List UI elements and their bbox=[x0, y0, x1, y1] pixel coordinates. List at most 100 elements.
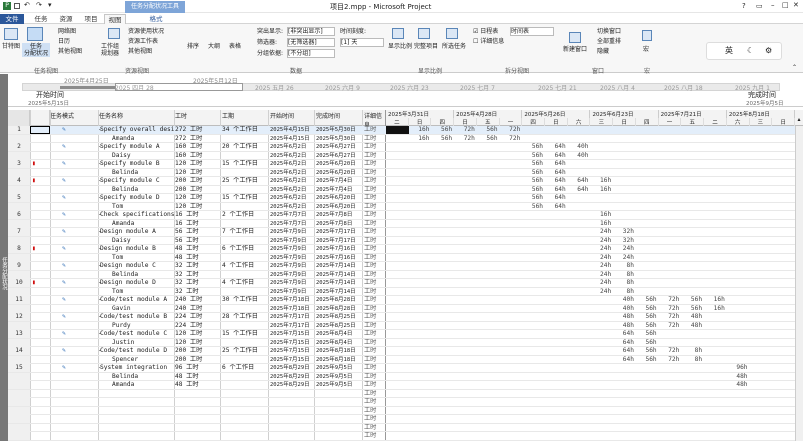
usage-cell[interactable] bbox=[727, 356, 750, 364]
usage-cell[interactable] bbox=[727, 203, 750, 211]
finish-value[interactable]: 2025年7月8日 bbox=[316, 220, 363, 228]
usage-cell[interactable]: 8h bbox=[613, 279, 636, 287]
usage-cell[interactable] bbox=[545, 322, 568, 330]
usage-cell[interactable] bbox=[591, 126, 614, 134]
usage-cell[interactable]: 56h bbox=[522, 186, 545, 194]
usage-cell[interactable] bbox=[409, 160, 432, 168]
usage-cell[interactable] bbox=[386, 322, 409, 330]
usage-cell[interactable] bbox=[704, 143, 727, 151]
usage-cell[interactable] bbox=[477, 262, 500, 270]
usage-cell[interactable] bbox=[431, 271, 454, 279]
row-number[interactable] bbox=[8, 406, 30, 415]
usage-cell[interactable] bbox=[591, 194, 614, 202]
assignment-row[interactable]: Spencer 200 工时 2025年7月15日 2025年8月18日 64h 56h 7… bbox=[8, 355, 803, 364]
usage-cell[interactable]: 48h bbox=[727, 381, 750, 389]
usage-cell[interactable]: 24h bbox=[591, 288, 614, 296]
usage-cell[interactable]: 48h bbox=[613, 313, 636, 321]
start-value[interactable]: 2025年4月15日 bbox=[270, 135, 315, 143]
usage-cell[interactable] bbox=[477, 364, 500, 372]
usage-cell[interactable] bbox=[409, 152, 432, 160]
usage-cell[interactable] bbox=[477, 177, 500, 185]
usage-cell[interactable] bbox=[750, 279, 773, 287]
usage-cell[interactable] bbox=[772, 313, 795, 321]
start-value[interactable]: 2025年7月15日 bbox=[270, 339, 315, 347]
usage-cell[interactable] bbox=[704, 322, 727, 330]
work-value[interactable]: 120 工时 bbox=[175, 203, 221, 211]
usage-cell[interactable] bbox=[704, 194, 727, 202]
task-row[interactable]: 4 ▮ ✎ - Specify module C 200 工时 25 个工作日 2025年6月… bbox=[8, 177, 803, 186]
macros-button[interactable]: 宏 bbox=[643, 46, 649, 53]
usage-cell[interactable] bbox=[477, 330, 500, 338]
usage-cell[interactable] bbox=[431, 330, 454, 338]
work-value[interactable]: 16 工时 bbox=[175, 220, 221, 228]
usage-cell[interactable] bbox=[409, 194, 432, 202]
usage-cell[interactable] bbox=[477, 296, 500, 304]
usage-cell[interactable] bbox=[431, 262, 454, 270]
task-name[interactable]: Design module A bbox=[100, 228, 174, 236]
usage-cell[interactable]: 64h bbox=[613, 356, 636, 364]
usage-cell[interactable] bbox=[477, 194, 500, 202]
usage-cell[interactable] bbox=[477, 271, 500, 279]
usage-cell[interactable] bbox=[568, 347, 591, 355]
usage-cell[interactable] bbox=[636, 152, 659, 160]
usage-cell[interactable] bbox=[454, 288, 477, 296]
start-value[interactable]: 2025年7月9日 bbox=[270, 245, 315, 253]
network-diagram-button[interactable]: 网络图 bbox=[58, 28, 76, 35]
empty-row[interactable]: 工时 bbox=[8, 398, 803, 407]
work-value[interactable]: 48 工时 bbox=[175, 381, 221, 389]
usage-cell[interactable]: 16h bbox=[704, 305, 727, 313]
usage-cell[interactable] bbox=[636, 237, 659, 245]
ime-toolbar[interactable]: 英 ☾ ⚙ bbox=[706, 42, 782, 60]
tab-view[interactable]: 视图 bbox=[104, 14, 126, 24]
row-number[interactable] bbox=[8, 151, 30, 160]
usage-cell[interactable] bbox=[704, 356, 727, 364]
usage-cell[interactable] bbox=[500, 152, 523, 160]
usage-cell[interactable] bbox=[659, 262, 682, 270]
row-number[interactable] bbox=[8, 287, 30, 296]
usage-cell[interactable]: 56h bbox=[522, 160, 545, 168]
usage-cell[interactable] bbox=[545, 211, 568, 219]
usage-cell[interactable]: 56h bbox=[636, 296, 659, 304]
usage-cell[interactable] bbox=[477, 381, 500, 389]
usage-cell[interactable] bbox=[522, 245, 545, 253]
usage-cell[interactable] bbox=[386, 271, 409, 279]
task-row[interactable]: 14 ✎ - Code/test module D 200 工时 25 个工作日 2025年… bbox=[8, 347, 803, 356]
usage-cell[interactable] bbox=[727, 211, 750, 219]
empty-row[interactable]: 工时 bbox=[8, 415, 803, 424]
usage-cell[interactable] bbox=[522, 322, 545, 330]
usage-cell[interactable]: 56h bbox=[477, 135, 500, 143]
work-value[interactable]: 96 工时 bbox=[175, 364, 221, 372]
duration-value[interactable]: 28 个工作日 bbox=[222, 313, 269, 321]
usage-cell[interactable] bbox=[545, 356, 568, 364]
usage-cell[interactable]: 56h bbox=[636, 339, 659, 347]
usage-cell[interactable] bbox=[431, 177, 454, 185]
usage-cell[interactable] bbox=[431, 237, 454, 245]
usage-cell[interactable] bbox=[772, 194, 795, 202]
usage-cell[interactable] bbox=[772, 373, 795, 381]
usage-cell[interactable] bbox=[477, 313, 500, 321]
duration-value[interactable] bbox=[222, 203, 269, 211]
usage-cell[interactable] bbox=[750, 330, 773, 338]
usage-cell[interactable]: 16h bbox=[704, 296, 727, 304]
usage-cell[interactable] bbox=[704, 288, 727, 296]
usage-cell[interactable]: 32h bbox=[613, 228, 636, 236]
duration-value[interactable]: 25 个工作日 bbox=[222, 177, 269, 185]
usage-cell[interactable] bbox=[636, 373, 659, 381]
usage-cell[interactable]: 56h bbox=[522, 152, 545, 160]
usage-cell[interactable] bbox=[431, 254, 454, 262]
task-row[interactable]: 6 ✎ - Check specifications 16 工时 2 个工作日 2025年7… bbox=[8, 211, 803, 220]
usage-cell[interactable] bbox=[772, 143, 795, 151]
usage-cell[interactable] bbox=[545, 296, 568, 304]
usage-cell[interactable] bbox=[500, 228, 523, 236]
usage-cell[interactable] bbox=[750, 143, 773, 151]
usage-cell[interactable] bbox=[500, 254, 523, 262]
usage-cell[interactable]: 24h bbox=[591, 262, 614, 270]
finish-value[interactable]: 2025年6月20日 bbox=[316, 194, 363, 202]
usage-cell[interactable] bbox=[386, 313, 409, 321]
usage-cell[interactable] bbox=[431, 194, 454, 202]
usage-cell[interactable] bbox=[750, 228, 773, 236]
restore-icon[interactable]: □ bbox=[782, 1, 789, 9]
usage-cell[interactable] bbox=[681, 126, 704, 134]
work-value[interactable]: 200 工时 bbox=[175, 186, 221, 194]
group-select[interactable]: [不分组] bbox=[287, 49, 335, 58]
